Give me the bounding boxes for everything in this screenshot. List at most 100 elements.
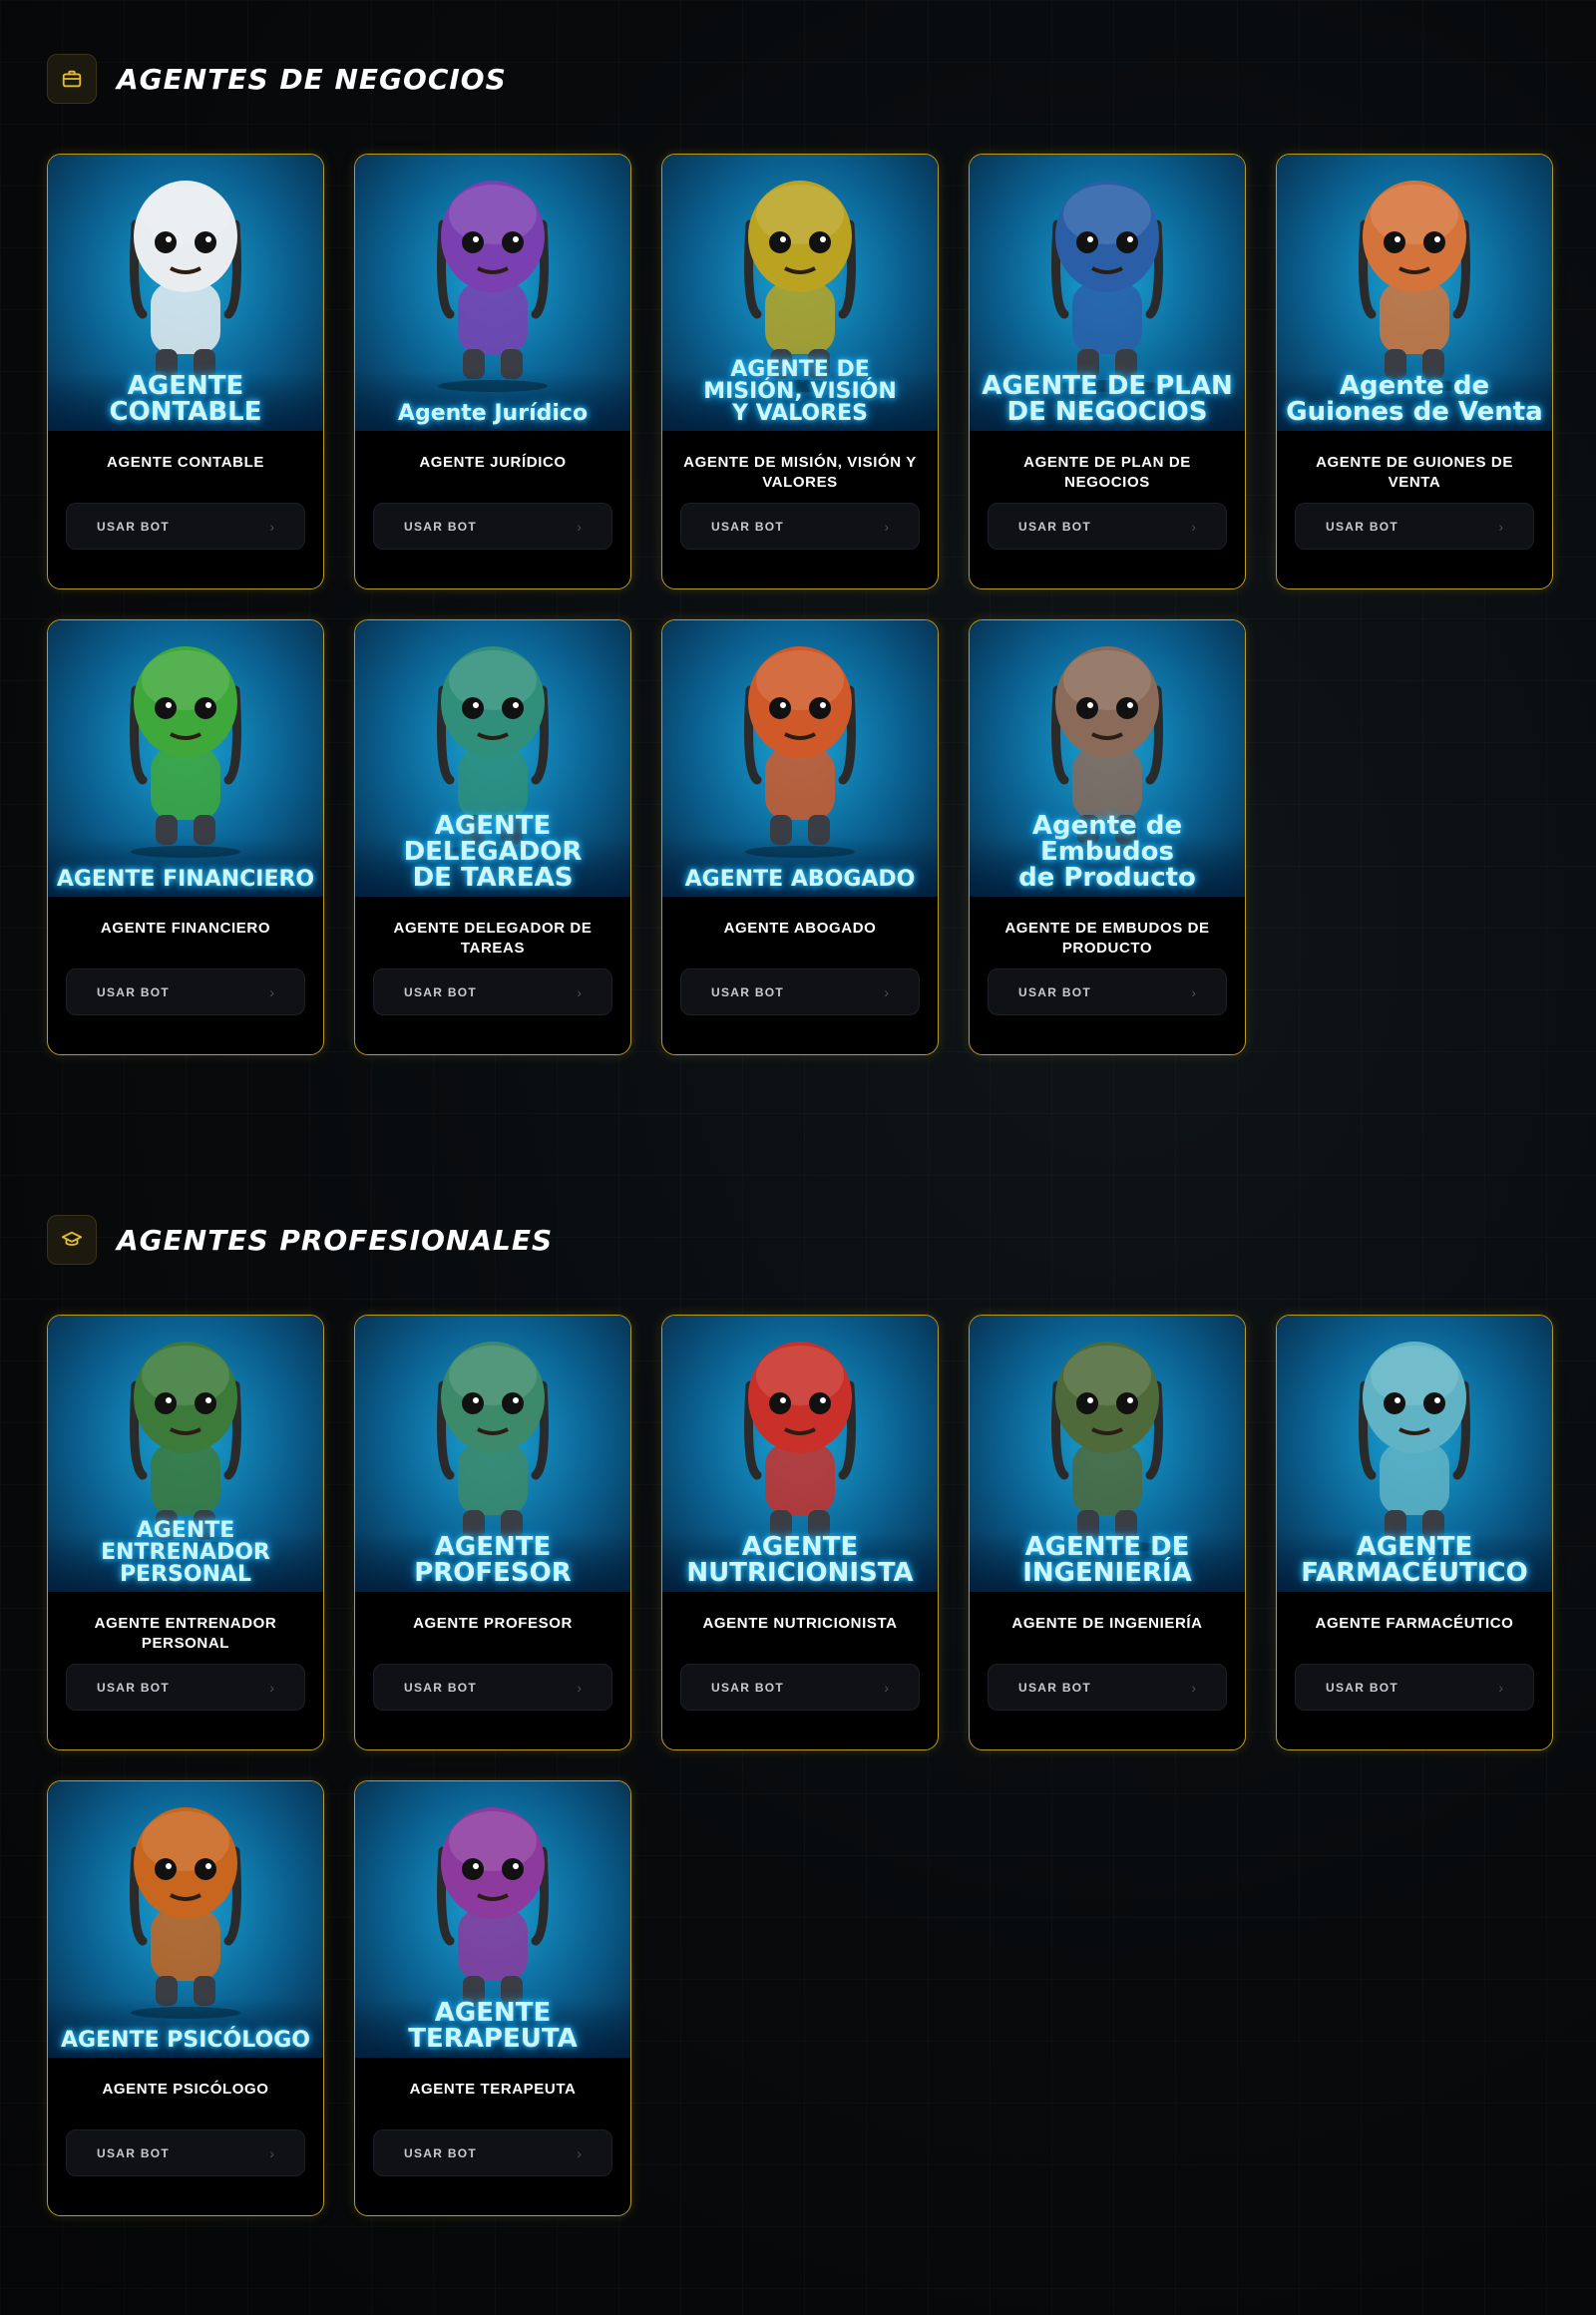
briefcase-icon xyxy=(47,54,97,104)
use-bot-button[interactable]: USAR BOT › xyxy=(988,1664,1227,1711)
agent-image: AGENTE FARMACÉUTICO xyxy=(1277,1316,1552,1592)
section-agentes-profesionales: AGENTES PROFESIONALES AGENTE ENTRENADOR … xyxy=(47,1215,1556,2216)
use-bot-button[interactable]: USAR BOT › xyxy=(1295,1664,1534,1711)
agent-card[interactable]: AGENTE ENTRENADOR PERSONAL AGENTE ENTRENA… xyxy=(47,1315,324,1750)
agent-name: AGENTE ABOGADO xyxy=(723,920,877,937)
agent-image-title: AGENTE CONTABLE xyxy=(109,371,262,427)
agent-image: AGENTE DE PLAN DE NEGOCIOS xyxy=(970,155,1245,431)
agent-image: AGENTE PSICÓLOGO xyxy=(48,1781,323,2058)
graduation-cap-icon xyxy=(47,1215,97,1265)
use-bot-label: USAR BOT xyxy=(404,1680,478,1695)
use-bot-button[interactable]: USAR BOT › xyxy=(373,2129,612,2176)
agent-image-title: AGENTE DELEGADOR DE TAREAS xyxy=(403,811,583,893)
agent-image: AGENTE ABOGADO xyxy=(662,620,938,897)
agent-name: AGENTE NUTRICIONISTA xyxy=(702,1615,898,1632)
use-bot-button[interactable]: USAR BOT › xyxy=(66,503,305,550)
use-bot-label: USAR BOT xyxy=(404,2145,478,2160)
agent-card[interactable]: AGENTE NUTRICIONISTA AGENTE NUTRICIONISTA… xyxy=(661,1315,939,1750)
use-bot-label: USAR BOT xyxy=(711,519,785,534)
chevron-right-icon: › xyxy=(884,983,889,1000)
use-bot-button[interactable]: USAR BOT › xyxy=(988,503,1227,550)
agent-image-title: AGENTE ABOGADO xyxy=(684,867,916,892)
section-header: AGENTES DE NEGOCIOS xyxy=(47,54,1556,104)
agent-image-title: AGENTE DE INGENIERÍA xyxy=(1022,1532,1192,1588)
agent-card[interactable]: Agente de Embudos de Producto AGENTE DE E… xyxy=(969,619,1246,1055)
agent-card[interactable]: AGENTE DE MISIÓN, VISIÓN Y VALORES AGENTE… xyxy=(661,154,939,589)
agent-character-illustration xyxy=(1051,1342,1163,1553)
chevron-right-icon: › xyxy=(269,983,274,1000)
agent-character-illustration xyxy=(437,1342,549,1553)
agent-image-title: AGENTE PROFESOR xyxy=(414,1532,572,1588)
use-bot-button[interactable]: USAR BOT › xyxy=(373,1664,612,1711)
agent-card[interactable]: AGENTE TERAPEUTA AGENTE TERAPEUTA USAR BOT… xyxy=(354,1780,631,2216)
use-bot-label: USAR BOT xyxy=(1326,519,1399,534)
agent-image: AGENTE FINANCIERO xyxy=(48,620,323,897)
use-bot-label: USAR BOT xyxy=(711,984,785,999)
section-title: AGENTES DE NEGOCIOS xyxy=(117,62,507,96)
use-bot-label: USAR BOT xyxy=(1326,1680,1399,1695)
agent-image: Agente de Guiones de Venta xyxy=(1277,155,1552,431)
agent-card[interactable]: AGENTE DE INGENIERÍA AGENTE DE INGENIERÍA… xyxy=(969,1315,1246,1750)
agent-image-title: Agente Jurídico xyxy=(397,401,589,426)
agent-card[interactable]: AGENTE DELEGADOR DE TAREAS AGENTE DELEGAD… xyxy=(354,619,631,1055)
chevron-right-icon: › xyxy=(1498,518,1503,535)
chevron-right-icon: › xyxy=(1191,983,1196,1000)
use-bot-label: USAR BOT xyxy=(711,1680,785,1695)
agent-image: AGENTE DE MISIÓN, VISIÓN Y VALORES xyxy=(662,155,938,431)
agent-card[interactable]: Agente Jurídico AGENTE JURÍDICO USAR BOT › xyxy=(354,154,631,589)
use-bot-button[interactable]: USAR BOT › xyxy=(66,2129,305,2176)
chevron-right-icon: › xyxy=(269,2144,274,2161)
agent-image-title: Agente de Guiones de Venta xyxy=(1286,371,1543,427)
use-bot-label: USAR BOT xyxy=(97,1680,171,1695)
agent-card[interactable]: Agente de Guiones de Venta AGENTE DE GUIO… xyxy=(1276,154,1553,589)
use-bot-button[interactable]: USAR BOT › xyxy=(680,968,920,1015)
agent-card[interactable]: AGENTE FARMACÉUTICO AGENTE FARMACÉUTICO US… xyxy=(1276,1315,1553,1750)
agent-image-title: AGENTE ENTRENADOR PERSONAL xyxy=(101,1518,270,1587)
use-bot-button[interactable]: USAR BOT › xyxy=(1295,503,1534,550)
chevron-right-icon: › xyxy=(577,518,582,535)
agent-name: AGENTE TERAPEUTA xyxy=(409,2081,577,2098)
agent-image-title: Agente de Embudos de Producto xyxy=(1018,811,1196,893)
section-header: AGENTES PROFESIONALES xyxy=(47,1215,1556,1265)
agent-image: AGENTE NUTRICIONISTA xyxy=(662,1316,938,1592)
agent-name: AGENTE DE INGENIERÍA xyxy=(1011,1615,1203,1632)
use-bot-button[interactable]: USAR BOT › xyxy=(66,968,305,1015)
agent-name: AGENTE FINANCIERO xyxy=(100,920,271,937)
use-bot-label: USAR BOT xyxy=(97,2145,171,2160)
agent-name: AGENTE DE PLAN DE NEGOCIOS xyxy=(1023,454,1191,491)
agent-character-illustration xyxy=(437,181,549,392)
use-bot-button[interactable]: USAR BOT › xyxy=(680,503,920,550)
agent-image: AGENTE TERAPEUTA xyxy=(355,1781,630,2058)
chevron-right-icon: › xyxy=(1191,518,1196,535)
agent-image-title: AGENTE TERAPEUTA xyxy=(408,1998,578,2054)
agent-card[interactable]: AGENTE CONTABLE AGENTE CONTABLE USAR BOT › xyxy=(47,154,324,589)
agent-image: AGENTE PROFESOR xyxy=(355,1316,630,1592)
agent-name: AGENTE FARMACÉUTICO xyxy=(1315,1615,1514,1632)
use-bot-button[interactable]: USAR BOT › xyxy=(373,968,612,1015)
agent-card[interactable]: AGENTE PSICÓLOGO AGENTE PSICÓLOGO USAR BOT… xyxy=(47,1780,324,2216)
agent-image: AGENTE DE INGENIERÍA xyxy=(970,1316,1245,1592)
agent-image-title: AGENTE DE PLAN DE NEGOCIOS xyxy=(982,371,1233,427)
use-bot-button[interactable]: USAR BOT › xyxy=(66,1664,305,1711)
agent-image: AGENTE DELEGADOR DE TAREAS xyxy=(355,620,630,897)
section-agentes-de-negocios: AGENTES DE NEGOCIOS AGENTE CONTABLE AGENT… xyxy=(47,54,1556,1055)
agent-card[interactable]: AGENTE DE PLAN DE NEGOCIOS AGENTE DE PLAN… xyxy=(969,154,1246,589)
use-bot-button[interactable]: USAR BOT › xyxy=(680,1664,920,1711)
use-bot-label: USAR BOT xyxy=(404,984,478,999)
agent-character-illustration xyxy=(130,181,241,392)
agent-card[interactable]: AGENTE ABOGADO AGENTE ABOGADO USAR BOT › xyxy=(661,619,939,1055)
use-bot-label: USAR BOT xyxy=(1018,1680,1092,1695)
agent-card[interactable]: AGENTE FINANCIERO AGENTE FINANCIERO USAR B… xyxy=(47,619,324,1055)
chevron-right-icon: › xyxy=(1498,1679,1503,1696)
use-bot-button[interactable]: USAR BOT › xyxy=(988,968,1227,1015)
agent-image-title: AGENTE FARMACÉUTICO xyxy=(1301,1532,1528,1588)
chevron-right-icon: › xyxy=(1191,1679,1196,1696)
agent-image: AGENTE ENTRENADOR PERSONAL xyxy=(48,1316,323,1592)
use-bot-label: USAR BOT xyxy=(404,519,478,534)
agent-card[interactable]: AGENTE PROFESOR AGENTE PROFESOR USAR BOT › xyxy=(354,1315,631,1750)
agent-name: AGENTE CONTABLE xyxy=(107,454,264,471)
agent-character-illustration xyxy=(130,646,241,858)
use-bot-label: USAR BOT xyxy=(1018,984,1092,999)
agent-character-illustration xyxy=(130,1807,241,2019)
use-bot-button[interactable]: USAR BOT › xyxy=(373,503,612,550)
